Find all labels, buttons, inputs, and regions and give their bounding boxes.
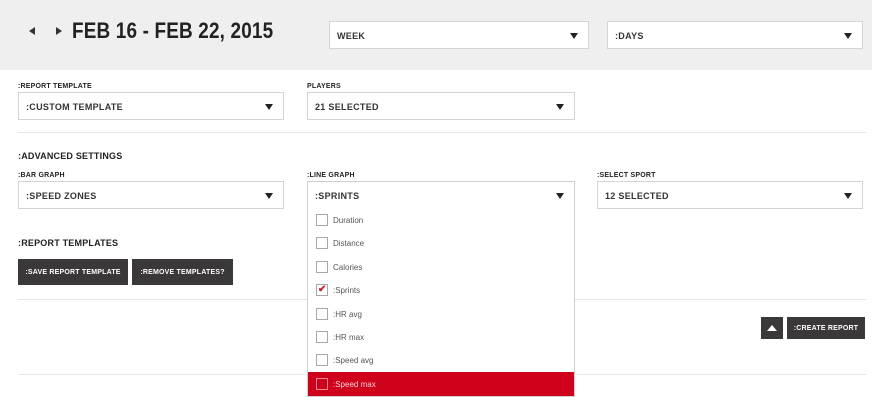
chevron-down-icon — [570, 33, 578, 39]
checkmark-icon: ✔ — [318, 284, 327, 296]
line-graph-value: :SPRINTS — [315, 191, 360, 201]
report-template-select[interactable]: :CUSTOM TEMPLATE — [18, 92, 284, 120]
line-graph-option[interactable]: :HR avg — [308, 302, 574, 326]
select-sport-select[interactable]: 12 SELECTED — [597, 181, 863, 209]
line-graph-option[interactable]: :Speed avg — [308, 348, 574, 372]
bar-graph-value: :SPEED ZONES — [26, 191, 97, 201]
checkbox[interactable] — [316, 377, 328, 390]
report-templates-title: :REPORT TEMPLATES — [18, 238, 119, 248]
unit-select-value: :DAYS — [615, 31, 644, 41]
players-select[interactable]: 21 SELECTED — [307, 92, 575, 120]
chevron-down-icon — [844, 33, 852, 39]
line-graph-option-label: Duration — [333, 216, 364, 225]
previous-week-arrow-icon[interactable] — [29, 27, 35, 35]
checkbox[interactable] — [316, 307, 328, 320]
chevron-down-icon — [556, 193, 564, 199]
line-graph-option-label: :HR max — [333, 333, 365, 342]
checkbox[interactable] — [316, 331, 328, 343]
advanced-settings-title: :ADVANCED SETTINGS — [18, 151, 123, 161]
line-graph-option[interactable]: Calories — [308, 255, 574, 279]
chevron-down-icon — [265, 104, 273, 110]
date-range-title: FEB 16 - FEB 22, 2015 — [72, 18, 274, 43]
unit-select[interactable]: :DAYS — [607, 21, 863, 49]
players-value: 21 SELECTED — [315, 102, 379, 112]
scroll-up-button[interactable] — [761, 317, 783, 339]
header-bar: FEB 16 - FEB 22, 2015 WEEK :DAYS — [0, 0, 872, 70]
checkbox[interactable]: ✔ — [316, 284, 328, 297]
line-graph-option-label: :Sprints — [333, 286, 361, 296]
next-week-arrow-icon[interactable] — [56, 27, 62, 35]
select-sport-value: 12 SELECTED — [605, 191, 669, 201]
period-select[interactable]: WEEK — [329, 21, 589, 49]
line-graph-select[interactable]: :SPRINTS — [307, 181, 575, 209]
line-graph-option-label: Distance — [333, 239, 365, 249]
chevron-down-icon — [556, 104, 564, 110]
create-report-button[interactable]: :CREATE REPORT — [787, 317, 865, 339]
line-graph-option-label: Calories — [333, 262, 363, 272]
line-graph-option[interactable]: ✔ :Sprints — [308, 278, 574, 302]
chevron-down-icon — [265, 193, 273, 199]
bar-graph-select[interactable]: :SPEED ZONES — [18, 181, 284, 209]
report-template-label: :REPORT TEMPLATE — [18, 83, 92, 90]
checkbox[interactable] — [316, 260, 328, 273]
line-graph-option[interactable]: Duration — [308, 208, 574, 232]
line-graph-option[interactable]: Distance — [308, 231, 574, 255]
line-graph-option-label: :Speed max — [333, 379, 376, 389]
checkbox[interactable] — [316, 354, 328, 367]
select-sport-label: :SELECT SPORT — [597, 172, 656, 179]
line-graph-option[interactable]: :Speed max — [308, 371, 574, 396]
line-graph-label: :LINE GRAPH — [307, 172, 355, 179]
bar-graph-label: :BAR GRAPH — [18, 172, 65, 179]
line-graph-option[interactable]: :HR max — [308, 325, 574, 349]
period-select-value: WEEK — [337, 31, 366, 41]
remove-templates-button[interactable]: :REMOVE TEMPLATES? — [132, 259, 233, 285]
report-template-value: :CUSTOM TEMPLATE — [26, 102, 123, 112]
players-label: PLAYERS — [307, 83, 341, 90]
save-report-template-button[interactable]: :SAVE REPORT TEMPLATE — [18, 259, 128, 285]
line-graph-option-label: :HR avg — [333, 309, 362, 319]
line-graph-option-label: :Speed avg — [333, 356, 374, 366]
chevron-down-icon — [844, 193, 852, 199]
triangle-up-icon — [767, 325, 777, 331]
checkbox[interactable] — [316, 237, 328, 250]
line-graph-dropdown-menu: Duration Distance Calories ✔ :Sprints :HR avg… — [307, 206, 575, 397]
checkbox[interactable] — [316, 214, 328, 226]
section-divider — [18, 132, 866, 133]
